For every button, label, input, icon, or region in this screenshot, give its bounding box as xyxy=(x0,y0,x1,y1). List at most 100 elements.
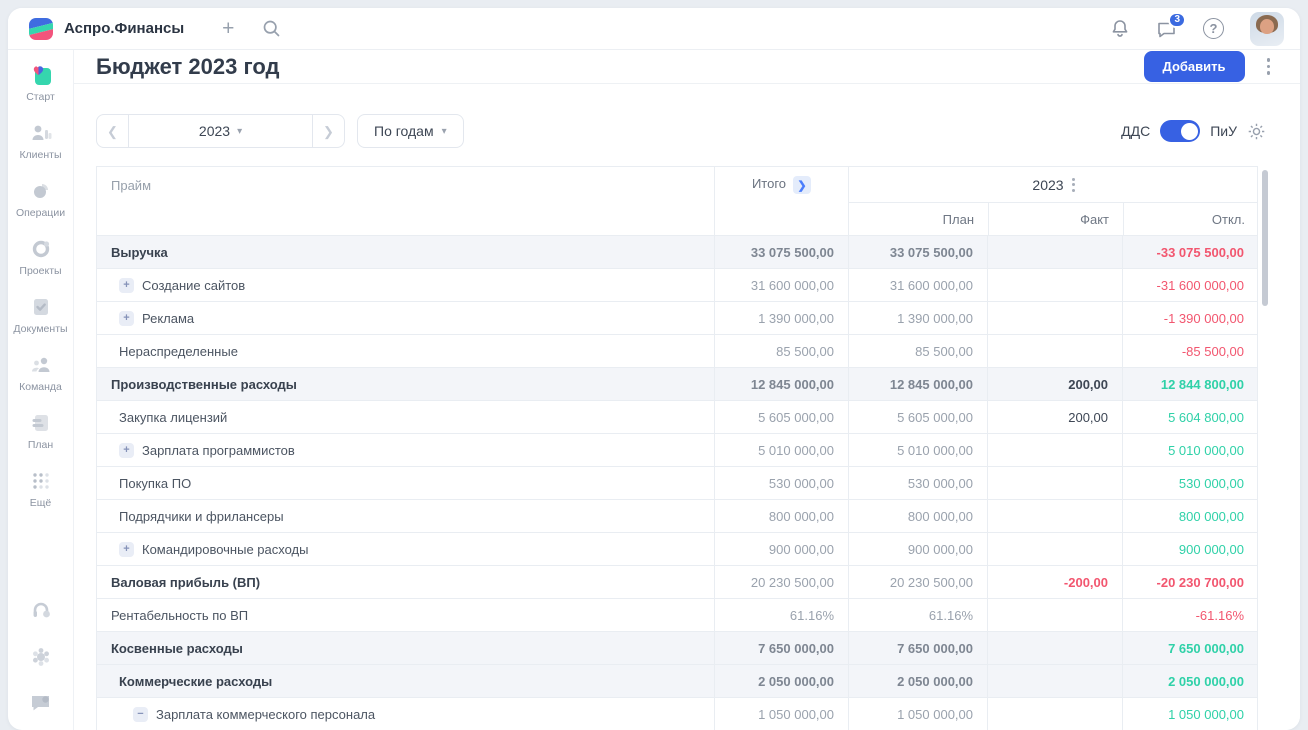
plan-cell[interactable]: 85 500,00 xyxy=(848,335,987,367)
fact-cell[interactable] xyxy=(987,434,1122,466)
page-menu-kebab-icon[interactable] xyxy=(1263,54,1275,79)
total-cell[interactable]: 800 000,00 xyxy=(714,500,848,532)
table-header: Прайм Итого ❯ 2023 План xyxy=(97,167,1257,235)
total-cell[interactable]: 1 390 000,00 xyxy=(714,302,848,334)
total-cell[interactable]: 61.16% xyxy=(714,599,848,631)
deviation-cell[interactable]: 7 650 000,00 xyxy=(1122,632,1258,664)
deviation-cell[interactable]: -85 500,00 xyxy=(1122,335,1258,367)
fact-cell[interactable] xyxy=(987,236,1122,268)
deviation-cell[interactable]: 1 050 000,00 xyxy=(1122,698,1258,730)
plan-cell[interactable]: 530 000,00 xyxy=(848,467,987,499)
plan-cell[interactable]: 12 845 000,00 xyxy=(848,368,987,400)
total-cell[interactable]: 530 000,00 xyxy=(714,467,848,499)
fact-cell[interactable] xyxy=(987,599,1122,631)
fact-cell[interactable] xyxy=(987,269,1122,301)
total-cell[interactable]: 5 010 000,00 xyxy=(714,434,848,466)
topbar: Аспро.Финансы + 3 ? xyxy=(8,8,1300,50)
dds-piu-toggle[interactable] xyxy=(1160,120,1200,142)
expand-row-icon[interactable]: + xyxy=(119,443,134,458)
prev-year-button[interactable]: ❮ xyxy=(96,114,129,148)
fact-cell[interactable] xyxy=(987,533,1122,565)
deviation-cell[interactable]: -20 230 700,00 xyxy=(1122,566,1258,598)
total-cell[interactable]: 900 000,00 xyxy=(714,533,848,565)
fact-cell[interactable] xyxy=(987,500,1122,532)
sidebar-item-more[interactable]: Ещё xyxy=(11,468,71,509)
expand-total-chevron-icon[interactable]: ❯ xyxy=(793,176,811,194)
plan-cell[interactable]: 800 000,00 xyxy=(848,500,987,532)
deviation-cell[interactable]: 5 604 800,00 xyxy=(1122,401,1258,433)
deviation-cell[interactable]: -1 390 000,00 xyxy=(1122,302,1258,334)
fact-cell[interactable]: 200,00 xyxy=(987,368,1122,400)
sidebar-item-start[interactable]: Старт xyxy=(11,62,71,103)
fact-cell[interactable] xyxy=(987,698,1122,730)
deviation-cell[interactable]: -33 075 500,00 xyxy=(1122,236,1258,268)
total-cell[interactable]: 12 845 000,00 xyxy=(714,368,848,400)
vertical-scrollbar-thumb[interactable] xyxy=(1262,170,1268,306)
total-cell[interactable]: 20 230 500,00 xyxy=(714,566,848,598)
table-settings-gear-icon[interactable] xyxy=(1247,122,1266,141)
messages-icon[interactable]: 3 xyxy=(1156,19,1177,39)
year-column-kebab-icon[interactable] xyxy=(1072,178,1075,192)
sidebar-item-clients[interactable]: Клиенты xyxy=(11,120,71,161)
notifications-bell-icon[interactable] xyxy=(1110,18,1130,39)
deviation-cell[interactable]: 900 000,00 xyxy=(1122,533,1258,565)
search-icon[interactable] xyxy=(262,19,281,38)
total-cell[interactable]: 7 650 000,00 xyxy=(714,632,848,664)
fact-cell[interactable] xyxy=(987,665,1122,697)
expand-row-icon[interactable]: + xyxy=(119,542,134,557)
help-icon[interactable]: ? xyxy=(1203,18,1224,39)
settings-flower-icon[interactable] xyxy=(28,644,54,670)
fact-cell[interactable] xyxy=(987,335,1122,367)
fact-cell[interactable]: -200,00 xyxy=(987,566,1122,598)
expand-row-icon[interactable]: + xyxy=(119,311,134,326)
plan-cell[interactable]: 20 230 500,00 xyxy=(848,566,987,598)
total-cell[interactable]: 31 600 000,00 xyxy=(714,269,848,301)
year-select[interactable]: 2023▾ xyxy=(129,114,312,148)
sidebar-item-team[interactable]: Команда xyxy=(11,352,71,393)
plan-cell[interactable]: 1 390 000,00 xyxy=(848,302,987,334)
column-header-total: Итого ❯ xyxy=(714,167,848,235)
collapse-row-icon[interactable]: − xyxy=(133,707,148,722)
sidebar-item-label: Документы xyxy=(13,323,67,335)
fact-cell[interactable] xyxy=(987,302,1122,334)
total-cell[interactable]: 2 050 000,00 xyxy=(714,665,848,697)
row-name-cell: Подрядчики и фрилансеры xyxy=(97,500,714,532)
total-cell[interactable]: 85 500,00 xyxy=(714,335,848,367)
plan-cell[interactable]: 7 650 000,00 xyxy=(848,632,987,664)
period-select[interactable]: По годам▾ xyxy=(357,114,464,148)
total-cell[interactable]: 33 075 500,00 xyxy=(714,236,848,268)
create-plus-icon[interactable]: + xyxy=(222,18,234,39)
plan-cell[interactable]: 5 010 000,00 xyxy=(848,434,987,466)
deviation-cell[interactable]: 5 010 000,00 xyxy=(1122,434,1258,466)
total-cell[interactable]: 1 050 000,00 xyxy=(714,698,848,730)
sidebar-item-documents[interactable]: Документы xyxy=(11,294,71,335)
deviation-cell[interactable]: -31 600 000,00 xyxy=(1122,269,1258,301)
sidebar-item-plan[interactable]: План xyxy=(11,410,71,451)
deviation-cell[interactable]: 800 000,00 xyxy=(1122,500,1258,532)
plan-cell[interactable]: 2 050 000,00 xyxy=(848,665,987,697)
next-year-button[interactable]: ❯ xyxy=(312,114,345,148)
plan-cell[interactable]: 33 075 500,00 xyxy=(848,236,987,268)
sidebar-item-operations[interactable]: Операции xyxy=(11,178,71,219)
plan-cell[interactable]: 61.16% xyxy=(848,599,987,631)
aspro-logo-icon xyxy=(28,16,54,42)
deviation-cell[interactable]: 530 000,00 xyxy=(1122,467,1258,499)
plan-cell[interactable]: 1 050 000,00 xyxy=(848,698,987,730)
deviation-cell[interactable]: 2 050 000,00 xyxy=(1122,665,1258,697)
deviation-cell[interactable]: -61.16% xyxy=(1122,599,1258,631)
add-button[interactable]: Добавить xyxy=(1144,51,1245,82)
expand-row-icon[interactable]: + xyxy=(119,278,134,293)
feedback-bubble-icon[interactable] xyxy=(28,690,54,716)
fact-cell[interactable]: 200,00 xyxy=(987,401,1122,433)
user-avatar[interactable] xyxy=(1250,12,1284,46)
plan-cell[interactable]: 31 600 000,00 xyxy=(848,269,987,301)
plan-cell[interactable]: 900 000,00 xyxy=(848,533,987,565)
deviation-cell[interactable]: 12 844 800,00 xyxy=(1122,368,1258,400)
row-label: Командировочные расходы xyxy=(142,542,309,557)
fact-cell[interactable] xyxy=(987,632,1122,664)
plan-cell[interactable]: 5 605 000,00 xyxy=(848,401,987,433)
sidebar-item-projects[interactable]: Проекты xyxy=(11,236,71,277)
fact-cell[interactable] xyxy=(987,467,1122,499)
total-cell[interactable]: 5 605 000,00 xyxy=(714,401,848,433)
support-icon[interactable] xyxy=(28,598,54,624)
